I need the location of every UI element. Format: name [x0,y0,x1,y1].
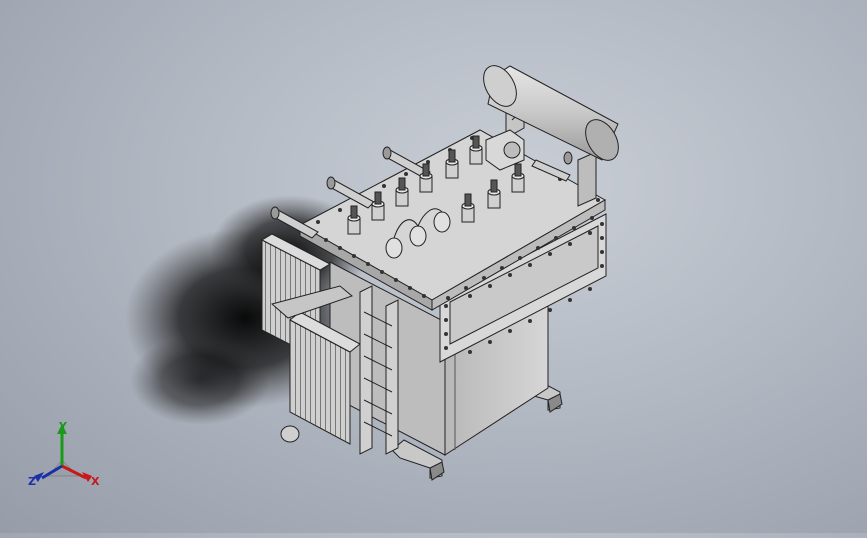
3d-model-viewport[interactable]: Y X Z [0,0,867,533]
z-axis-label: Z [28,475,36,488]
orientation-triad: Y X Z [22,418,112,498]
transformer-model[interactable] [0,0,867,533]
x-axis-label: X [91,475,100,488]
y-axis-label: Y [59,420,67,433]
